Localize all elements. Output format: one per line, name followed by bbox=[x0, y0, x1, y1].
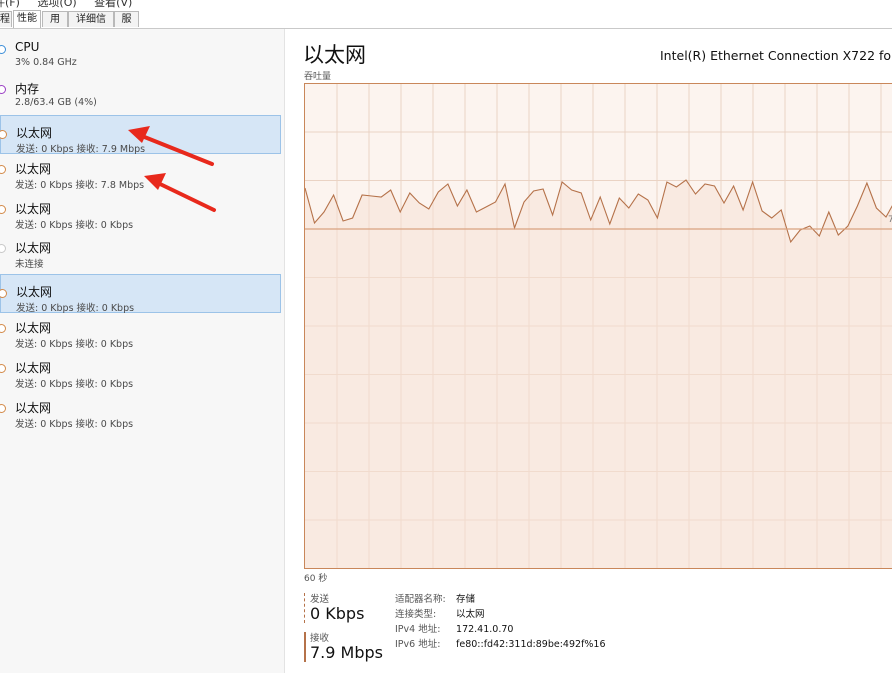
ethernet-indicator-icon bbox=[0, 244, 6, 253]
ethernet-indicator-icon bbox=[0, 205, 6, 214]
sidebar-item-ethernet-3[interactable]: 以太网 发送: 0 Kbps 接收: 0 Kbps bbox=[0, 191, 281, 231]
tab-processes[interactable]: 程 bbox=[0, 11, 12, 27]
sidebar-item-name: 以太网 bbox=[16, 285, 53, 299]
menu-file[interactable]: 件(F) bbox=[0, 0, 20, 9]
tab-details[interactable]: 详细信息 bbox=[68, 11, 114, 41]
sidebar-item-ethernet-8[interactable]: 以太网 发送: 0 Kbps 接收: 0 Kbps bbox=[0, 390, 281, 430]
cpu-indicator-icon bbox=[0, 45, 6, 54]
sidebar-item-name: 以太网 bbox=[15, 202, 52, 216]
graph-area bbox=[305, 180, 892, 568]
sidebar-item-detail: 发送: 0 Kbps 接收: 0 Kbps bbox=[15, 220, 134, 231]
property-row: 适配器名称: 存储 bbox=[395, 591, 606, 606]
ethernet-indicator-icon bbox=[0, 130, 7, 139]
sidebar-item-detail: 未连接 bbox=[15, 259, 44, 270]
tab-bar: 程 性能 用户 详细信息 服务 bbox=[0, 10, 892, 41]
sidebar-item-name: CPU bbox=[15, 40, 40, 54]
time-span-label: 60 秒 bbox=[304, 574, 328, 584]
ethernet-indicator-icon bbox=[0, 289, 7, 298]
tab-users[interactable]: 用户 bbox=[42, 11, 68, 41]
send-stat: 发送 0 Kbps bbox=[304, 591, 384, 625]
sidebar-item-memory[interactable]: 内存 2.8/63.4 GB (4%) bbox=[0, 71, 281, 110]
property-value: fe80::fd42:311d:89be:492f%16 bbox=[456, 639, 606, 650]
sidebar-item-name: 以太网 bbox=[15, 401, 52, 415]
property-value: 存储 bbox=[456, 594, 476, 605]
menu-view[interactable]: 查看(V) bbox=[94, 0, 132, 9]
page-title: 以太网 bbox=[303, 43, 366, 67]
property-key: 连接类型: bbox=[395, 609, 437, 620]
sidebar-item-ethernet-4[interactable]: 以太网 未连接 bbox=[0, 230, 281, 270]
property-row: IPv6 地址: fe80::fd42:311d:89be:492f%16 bbox=[395, 636, 606, 651]
tab-services[interactable]: 服务 bbox=[114, 11, 139, 41]
sidebar-item-detail: 3% 0.84 GHz bbox=[15, 57, 77, 68]
adapter-name: Intel(R) Ethernet Connection X722 for 1G bbox=[660, 48, 892, 63]
sidebar-item-name: 以太网 bbox=[15, 361, 52, 375]
property-row: 连接类型: 以太网 bbox=[395, 606, 606, 621]
ethernet-indicator-icon bbox=[0, 404, 6, 413]
sidebar-item-cpu[interactable]: CPU 3% 0.84 GHz bbox=[0, 31, 281, 70]
property-key: IPv4 地址: bbox=[395, 624, 441, 635]
sidebar-item-name: 以太网 bbox=[16, 126, 53, 140]
ethernet-indicator-icon bbox=[0, 324, 6, 333]
tab-performance[interactable]: 性能 bbox=[13, 10, 41, 28]
send-value: 0 Kbps bbox=[310, 604, 365, 623]
sidebar-item-ethernet-7[interactable]: 以太网 发送: 0 Kbps 接收: 0 Kbps bbox=[0, 350, 281, 390]
detail-panel: 以太网 Intel(R) Ethernet Connection X722 fo… bbox=[285, 29, 892, 673]
receive-label: 接收 bbox=[310, 633, 330, 644]
adapter-properties: 适配器名称: 存储 连接类型: 以太网 IPv4 地址: 172.41.0.70… bbox=[395, 591, 606, 651]
property-value: 以太网 bbox=[456, 609, 485, 620]
property-key: IPv6 地址: bbox=[395, 639, 441, 650]
sidebar-item-name: 以太网 bbox=[15, 321, 52, 335]
ethernet-indicator-icon bbox=[0, 165, 6, 174]
send-label: 发送 bbox=[310, 594, 330, 605]
memory-indicator-icon bbox=[0, 85, 6, 94]
sidebar-item-name: 以太网 bbox=[15, 162, 52, 176]
resource-sidebar: CPU 3% 0.84 GHz 内存 2.8/63.4 GB (4%) 以太网 … bbox=[0, 29, 285, 673]
receive-stat: 接收 7.9 Mbps bbox=[304, 630, 394, 664]
sidebar-item-ethernet-6[interactable]: 以太网 发送: 0 Kbps 接收: 0 Kbps bbox=[0, 310, 281, 350]
property-row: IPv4 地址: 172.41.0.70 bbox=[395, 621, 606, 636]
property-key: 适配器名称: bbox=[395, 594, 446, 605]
sidebar-item-detail: 发送: 0 Kbps 接收: 0 Kbps bbox=[15, 379, 134, 390]
ethernet-indicator-icon bbox=[0, 364, 6, 373]
receive-value: 7.9 Mbps bbox=[310, 643, 383, 662]
sidebar-item-name: 以太网 bbox=[15, 241, 52, 255]
menu-options[interactable]: 选项(O) bbox=[37, 0, 76, 9]
sidebar-item-detail: 发送: 0 Kbps 接收: 0 Kbps bbox=[15, 419, 134, 430]
sidebar-item-detail: 2.8/63.4 GB (4%) bbox=[15, 97, 97, 108]
sidebar-item-ethernet-2[interactable]: 以太网 发送: 0 Kbps 接收: 7.8 Mbps bbox=[0, 151, 281, 191]
sidebar-item-detail: 发送: 0 Kbps 接收: 7.8 Mbps bbox=[15, 180, 145, 191]
send-indicator bbox=[304, 593, 305, 623]
sidebar-item-ethernet-5[interactable]: 以太网 发送: 0 Kbps 接收: 0 Kbps bbox=[0, 274, 281, 314]
graph-scale-label: 7 bbox=[888, 215, 892, 225]
receive-indicator bbox=[304, 632, 306, 662]
sidebar-item-detail: 发送: 0 Kbps 接收: 0 Kbps bbox=[15, 339, 134, 350]
property-value: 172.41.0.70 bbox=[456, 624, 514, 635]
throughput-label: 吞吐量 bbox=[304, 72, 332, 82]
throughput-graph-svg: 7 bbox=[305, 84, 892, 568]
sidebar-item-ethernet-1[interactable]: 以太网 发送: 0 Kbps 接收: 7.9 Mbps bbox=[0, 115, 281, 155]
sidebar-item-name: 内存 bbox=[15, 82, 40, 96]
throughput-graph: 7 bbox=[304, 83, 892, 569]
menu-bar: 件(F) 选项(O) 查看(V) bbox=[0, 0, 892, 9]
